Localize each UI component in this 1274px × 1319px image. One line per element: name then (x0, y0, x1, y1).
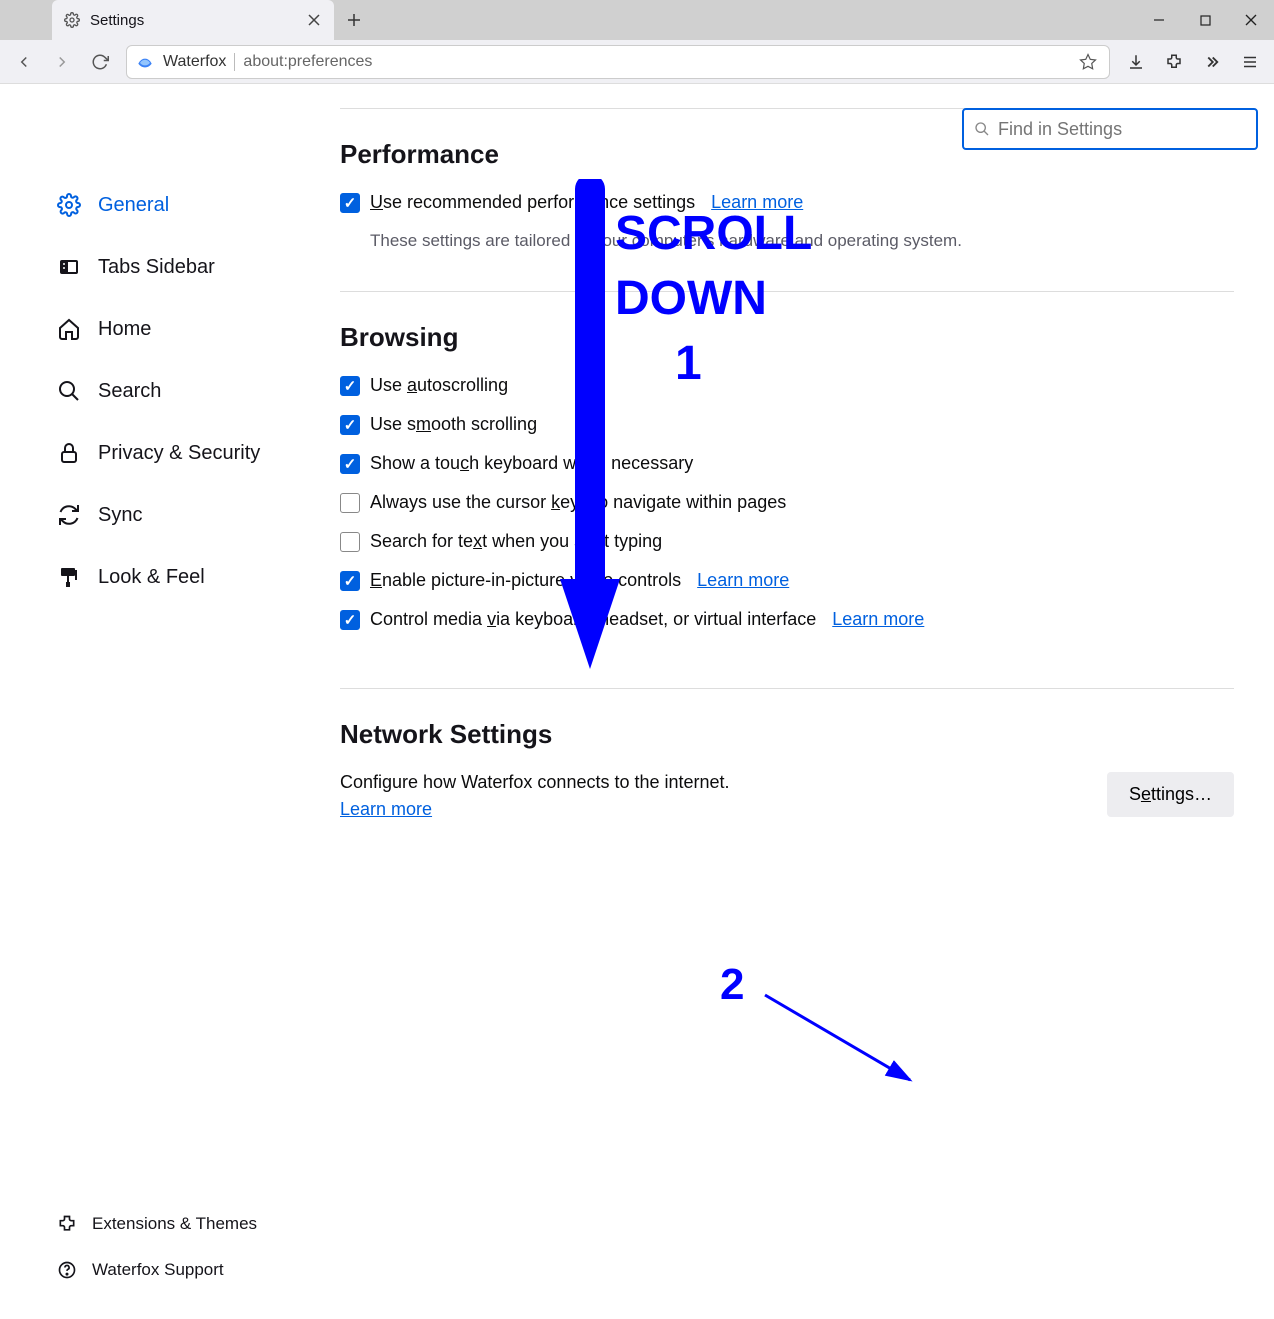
browser-toolbar: Waterfox about:preferences (0, 40, 1274, 84)
sidebar-item-label: Tabs Sidebar (98, 256, 215, 279)
checkbox-row[interactable]: Show a touch keyboard when necessary (340, 453, 1234, 474)
sidebar-icon (56, 254, 82, 280)
sidebar-item-label: Home (98, 318, 151, 341)
settings-content: General Tabs Sidebar Home Search Privacy & S… (0, 84, 1274, 1319)
settings-search-input[interactable] (998, 119, 1246, 140)
sidebar-footer-extensions-themes[interactable]: Extensions & Themes (56, 1207, 257, 1241)
settings-sidebar: General Tabs Sidebar Home Search Privacy & S… (0, 84, 340, 1319)
checkbox-label: Show a touch keyboard when necessary (370, 453, 693, 474)
extensions-button[interactable] (1156, 44, 1192, 80)
sidebar-item-label: Search (98, 380, 161, 403)
home-icon (56, 316, 82, 342)
search-icon (56, 378, 82, 404)
checkbox[interactable] (340, 610, 360, 630)
checkbox[interactable] (340, 415, 360, 435)
sidebar-item-label: Look & Feel (98, 566, 205, 589)
back-button[interactable] (6, 44, 42, 80)
checkbox-label: Always use the cursor keys to navigate w… (370, 492, 786, 513)
downloads-button[interactable] (1118, 44, 1154, 80)
sidebar-item-sync[interactable]: Sync (56, 494, 340, 536)
sidebar-item-search[interactable]: Search (56, 370, 340, 412)
close-window-button[interactable] (1228, 0, 1274, 40)
network-settings-button[interactable]: Settings… (1107, 772, 1234, 817)
sidebar-item-home[interactable]: Home (56, 308, 340, 350)
section-network: Network Settings Configure how Waterfox … (340, 688, 1234, 860)
sidebar-item-look-feel[interactable]: Look & Feel (56, 556, 340, 598)
bookmark-star-icon[interactable] (1075, 53, 1101, 71)
sidebar-item-label: Privacy & Security (98, 442, 260, 465)
tab-title: Settings (90, 12, 296, 29)
paint-icon (56, 564, 82, 590)
gear-icon (64, 12, 80, 28)
browser-tab-settings[interactable]: Settings (52, 0, 334, 40)
window-controls (1136, 0, 1274, 40)
sidebar-item-label: Waterfox Support (92, 1260, 224, 1280)
maximize-button[interactable] (1182, 0, 1228, 40)
checkbox-label: Search for text when you start typing (370, 531, 662, 552)
checkbox[interactable] (340, 376, 360, 396)
forward-button[interactable] (44, 44, 80, 80)
learn-more-link[interactable]: Learn more (711, 192, 803, 213)
app-menu-button[interactable] (1232, 44, 1268, 80)
waterfox-logo-icon (135, 52, 155, 72)
checkbox[interactable] (340, 571, 360, 591)
settings-search[interactable] (962, 108, 1258, 150)
sidebar-item-label: Sync (98, 504, 142, 527)
gear-icon (56, 192, 82, 218)
sidebar-item-privacy-security[interactable]: Privacy & Security (56, 432, 340, 474)
sync-icon (56, 502, 82, 528)
sidebar-item-tabs-sidebar[interactable]: Tabs Sidebar (56, 246, 340, 288)
learn-more-link[interactable]: Learn more (340, 799, 432, 819)
checkbox[interactable] (340, 193, 360, 213)
close-tab-button[interactable] (306, 12, 322, 28)
performance-hint: These settings are tailored to your comp… (370, 231, 1234, 251)
url-text: about:preferences (243, 53, 1067, 71)
new-tab-button[interactable] (334, 0, 374, 40)
checkbox-row-recommended-perf[interactable]: Use recommended performance settings Lea… (340, 192, 1234, 213)
section-browsing: Browsing Use autoscrolling Use smooth scr… (340, 291, 1234, 688)
url-brand: Waterfox (163, 53, 226, 71)
checkbox-row[interactable]: Always use the cursor keys to navigate w… (340, 492, 1234, 513)
checkbox-row[interactable]: Use autoscrolling (340, 375, 1234, 396)
checkbox-label: Use autoscrolling (370, 375, 508, 396)
overflow-button[interactable] (1194, 44, 1230, 80)
checkbox-label: Enable picture-in-picture video controls (370, 570, 681, 591)
checkbox-label: Control media via keyboard, headset, or … (370, 609, 816, 630)
section-heading: Browsing (340, 322, 1234, 353)
sidebar-footer-waterfox-support[interactable]: Waterfox Support (56, 1253, 257, 1287)
help-icon (56, 1259, 78, 1281)
reload-button[interactable] (82, 44, 118, 80)
checkbox[interactable] (340, 532, 360, 552)
checkbox-row[interactable]: Control media via keyboard, headset, or … (340, 609, 1234, 630)
site-identity[interactable]: Waterfox (135, 52, 226, 72)
sidebar-item-label: Extensions & Themes (92, 1214, 257, 1234)
search-icon (974, 121, 990, 137)
checkbox[interactable] (340, 454, 360, 474)
section-heading: Network Settings (340, 719, 1234, 750)
settings-main[interactable]: Performance Use recommended performance … (340, 84, 1274, 1319)
minimize-button[interactable] (1136, 0, 1182, 40)
url-separator (234, 53, 235, 71)
checkbox-label: Use smooth scrolling (370, 414, 537, 435)
checkbox-row[interactable]: Use smooth scrolling (340, 414, 1234, 435)
puzzle-icon (56, 1213, 78, 1235)
network-description: Configure how Waterfox connects to the i… (340, 772, 1107, 793)
sidebar-item-general[interactable]: General (56, 184, 340, 226)
lock-icon (56, 440, 82, 466)
learn-more-link[interactable]: Learn more (697, 570, 789, 591)
checkbox-label: Use recommended performance settings (370, 192, 695, 213)
learn-more-link[interactable]: Learn more (832, 609, 924, 630)
url-bar[interactable]: Waterfox about:preferences (126, 45, 1110, 79)
sidebar-item-label: General (98, 194, 169, 217)
checkbox-row[interactable]: Enable picture-in-picture video controls… (340, 570, 1234, 591)
checkbox-row[interactable]: Search for text when you start typing (340, 531, 1234, 552)
checkbox[interactable] (340, 493, 360, 513)
window-titlebar: Settings (0, 0, 1274, 40)
